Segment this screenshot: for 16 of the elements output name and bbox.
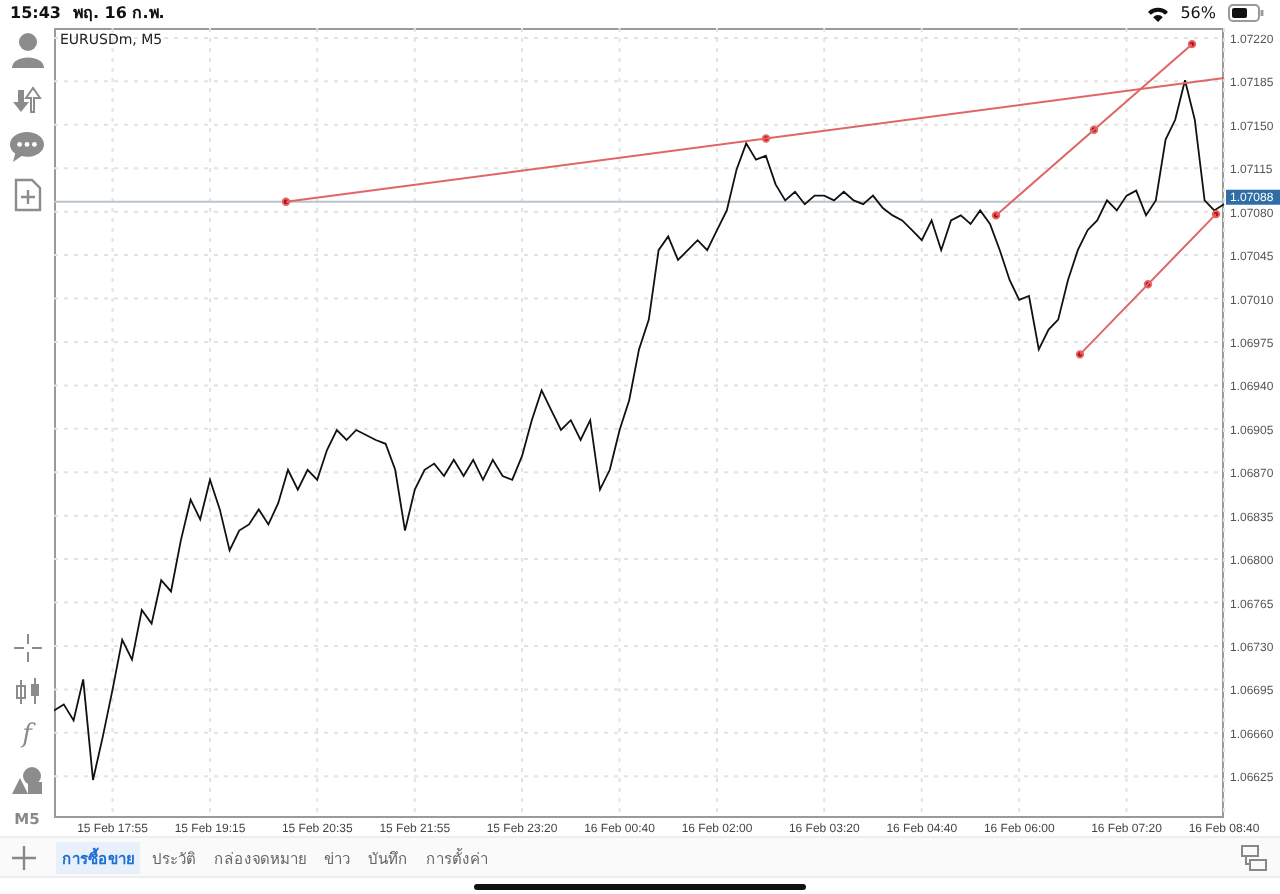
add-document-icon[interactable] <box>13 178 41 212</box>
status-time: 15:43 <box>10 4 61 22</box>
down-up-arrows-icon[interactable] <box>11 84 43 116</box>
home-indicator[interactable] <box>474 883 806 889</box>
battery-percent: 56% <box>1180 4 1216 22</box>
battery-icon <box>1228 4 1264 22</box>
crosshair-icon[interactable] <box>13 634 41 662</box>
candlestick-icon[interactable] <box>13 678 41 706</box>
status-date: พฤ. 16 ก.พ. <box>72 2 165 26</box>
wifi-icon <box>1148 5 1169 21</box>
person-icon[interactable] <box>11 32 43 68</box>
layout-icon[interactable] <box>1240 843 1268 871</box>
add-icon[interactable] <box>12 845 36 869</box>
shapes-icon[interactable] <box>11 766 43 794</box>
function-tool[interactable]: f <box>22 722 32 750</box>
chat-icon[interactable] <box>10 132 44 162</box>
